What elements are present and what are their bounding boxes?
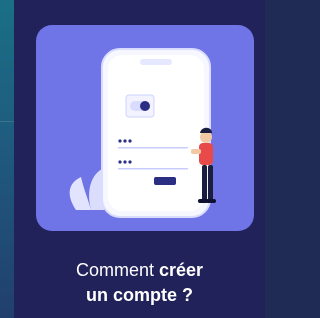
card-caption[interactable]: Comment créer un compte ? xyxy=(14,258,265,308)
hero-illustration-tile[interactable] xyxy=(36,25,254,231)
person-with-phone-illustration xyxy=(69,48,216,218)
caption-strong-1: créer xyxy=(158,260,204,280)
caption-prefix: Comment xyxy=(75,260,159,280)
toggle-icon xyxy=(125,94,155,118)
caption-strong-2: un compte ? xyxy=(86,285,193,305)
